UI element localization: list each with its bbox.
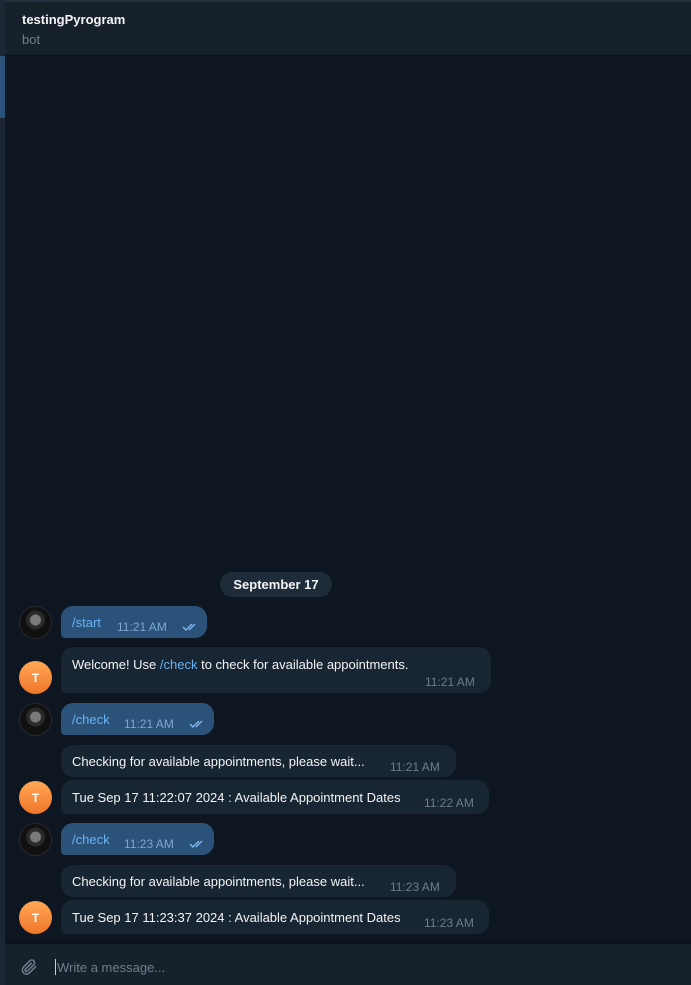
message-text: Checking for available appointments, ple… xyxy=(72,754,365,769)
message-bubble-outgoing[interactable]: /check 11:21 AM xyxy=(61,703,214,735)
command-link[interactable]: /check xyxy=(160,657,198,672)
read-checkmarks-icon xyxy=(189,720,203,728)
message-time: 11:21 AM xyxy=(390,760,440,774)
read-checkmarks-icon xyxy=(182,623,196,631)
user-avatar[interactable] xyxy=(19,823,52,856)
message-time: 11:23 AM xyxy=(424,916,474,930)
user-avatar[interactable] xyxy=(19,703,52,736)
left-panel-edge xyxy=(0,0,5,985)
message-command[interactable]: /start xyxy=(72,615,101,630)
chat-list-selection xyxy=(0,56,5,118)
chat-title[interactable]: testingPyrogram xyxy=(22,12,125,27)
user-avatar[interactable] xyxy=(19,606,52,639)
message-time: 11:21 AM xyxy=(124,717,174,731)
bot-avatar[interactable]: T xyxy=(19,901,52,934)
message-bubble-outgoing[interactable]: /start 11:21 AM xyxy=(61,606,207,638)
message-bubble-incoming[interactable]: Checking for available appointments, ple… xyxy=(61,745,456,777)
read-checkmarks-icon xyxy=(189,840,203,848)
message-bubble-incoming[interactable]: Welcome! Use /check to check for availab… xyxy=(61,647,491,693)
message-text: Tue Sep 17 11:23:37 2024 : Available App… xyxy=(72,910,401,925)
bot-avatar[interactable]: T xyxy=(19,781,52,814)
message-text: Welcome! Use /check to check for availab… xyxy=(72,657,409,672)
message-text: Tue Sep 17 11:22:07 2024 : Available App… xyxy=(72,790,401,805)
bot-avatar[interactable]: T xyxy=(19,661,52,694)
message-bubble-incoming[interactable]: Tue Sep 17 11:22:07 2024 : Available App… xyxy=(61,780,489,814)
message-bubble-outgoing[interactable]: /check 11:23 AM xyxy=(61,823,214,855)
message-time: 11:23 AM xyxy=(390,880,440,894)
message-input[interactable] xyxy=(55,954,659,980)
message-time: 11:21 AM xyxy=(117,620,167,634)
message-bubble-incoming[interactable]: Tue Sep 17 11:23:37 2024 : Available App… xyxy=(61,900,489,934)
chat-status: bot xyxy=(22,32,41,47)
message-time: 11:21 AM xyxy=(425,675,475,689)
message-command[interactable]: /check xyxy=(72,712,110,727)
date-divider: September 17 xyxy=(220,572,332,597)
chat-header[interactable]: testingPyrogram bot xyxy=(5,0,691,56)
message-command[interactable]: /check xyxy=(72,832,110,847)
message-time: 11:23 AM xyxy=(124,837,174,851)
message-time: 11:22 AM xyxy=(424,796,474,810)
message-composer xyxy=(5,943,691,985)
paperclip-icon[interactable] xyxy=(19,957,39,977)
message-bubble-incoming[interactable]: Checking for available appointments, ple… xyxy=(61,865,456,897)
message-text: Checking for available appointments, ple… xyxy=(72,874,365,889)
